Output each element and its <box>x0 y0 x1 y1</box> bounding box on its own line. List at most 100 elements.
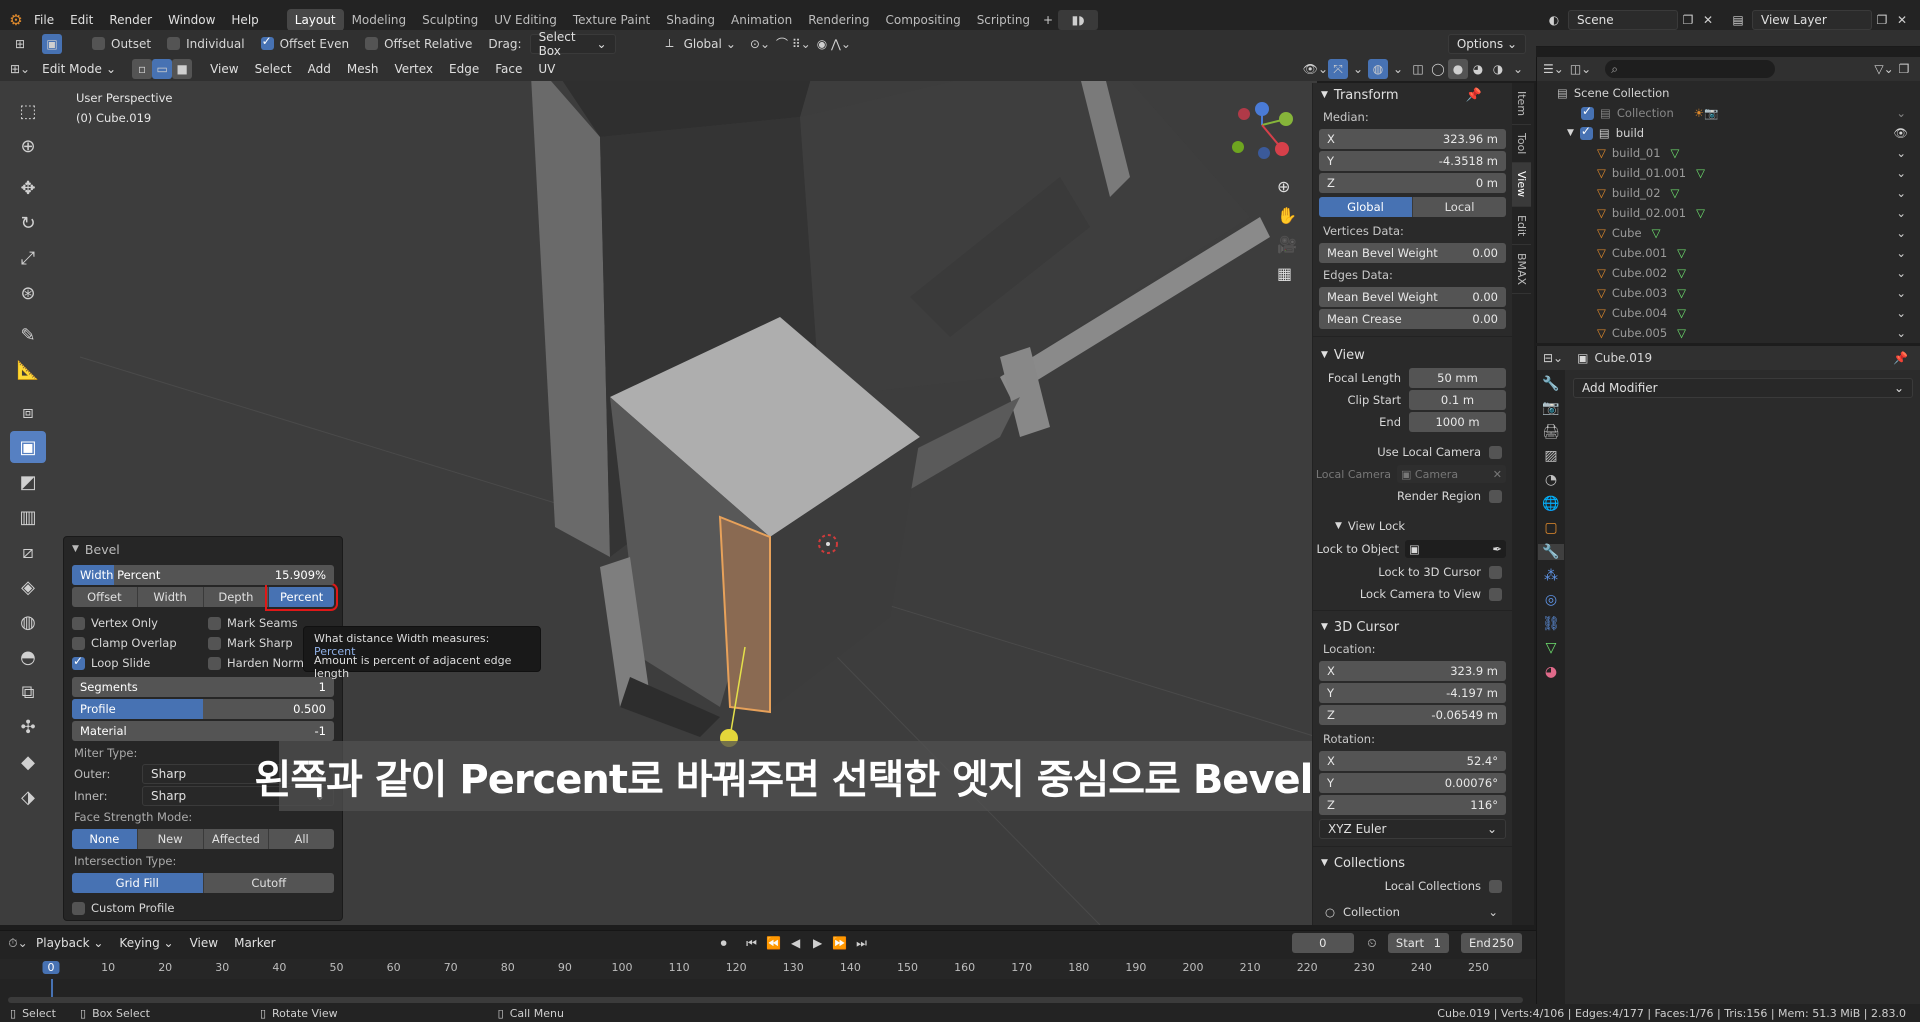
measure-icon[interactable]: 📐 <box>10 354 46 386</box>
median-z-field[interactable]: Z 0 m <box>1319 173 1506 193</box>
outset-checkbox[interactable] <box>92 37 105 50</box>
mode-select[interactable]: Edit Mode ⌄ <box>34 59 125 79</box>
grid-icon[interactable]: ▦ <box>1277 264 1297 283</box>
lock-object-field[interactable]: ▣ ✒ <box>1405 540 1506 558</box>
blender-logo-icon[interactable]: ⚙ <box>6 10 26 30</box>
wireframe-shading-icon[interactable]: ◯ <box>1428 59 1448 79</box>
view-layer-tab-icon[interactable]: ▨ <box>1544 448 1557 464</box>
snap-icon[interactable]: ⌒ ⠿⌄ <box>776 34 811 54</box>
add-modifier-button[interactable]: Add Modifier ⌄ <box>1573 378 1913 398</box>
rendered-shading-icon[interactable]: ◑ <box>1488 59 1508 79</box>
solid-shading-icon[interactable]: ● <box>1448 59 1468 79</box>
start-frame-field[interactable]: Start 1 <box>1387 933 1449 953</box>
viewport-menu-uv[interactable]: UV <box>530 57 563 81</box>
jump-end-icon[interactable]: ⏭ <box>852 933 872 953</box>
transform-header[interactable]: ▼ Transform 📌 <box>1313 83 1512 107</box>
output-tab-icon[interactable]: 🖨 <box>1542 424 1560 440</box>
scene-selector[interactable]: Scene <box>1568 9 1678 30</box>
use-local-camera-checkbox[interactable] <box>1489 445 1502 459</box>
workspace-tab-modeling[interactable]: Modeling <box>344 9 415 31</box>
outset-toggle[interactable]: Outset <box>92 37 151 51</box>
annotate-icon[interactable]: ✎ <box>10 319 46 351</box>
new-collection-icon[interactable]: ❐ <box>1894 59 1914 79</box>
xray-icon[interactable]: ◫ <box>1408 59 1428 79</box>
gizmo-icon[interactable]: ⤧ <box>1328 59 1348 79</box>
material-tab-icon[interactable]: ◕ <box>1545 664 1557 680</box>
segments-field[interactable]: Segments 1 <box>72 677 334 697</box>
local-button[interactable]: Local <box>1413 197 1506 217</box>
workspace-tab-compositing[interactable]: Compositing <box>877 9 968 31</box>
edge-select-icon[interactable]: ▭ <box>152 59 173 79</box>
view-header[interactable]: ▼ View <box>1313 343 1512 367</box>
workspace-tab-layout[interactable]: Layout <box>286 8 344 31</box>
outliner-item-scene-collection[interactable]: ▤ Scene Collection <box>1537 83 1920 103</box>
view-layer-selector[interactable]: View Layer <box>1752 9 1872 30</box>
rotate-icon[interactable]: ↻ <box>10 207 46 239</box>
median-x-field[interactable]: X 323.96 m <box>1319 129 1506 149</box>
zoom-icon[interactable]: ⊕ <box>1277 177 1297 196</box>
clip-start-field[interactable]: 0.1 m <box>1409 390 1506 410</box>
physics-tab-icon[interactable]: ◎ <box>1545 592 1557 608</box>
outliner-item-collection[interactable]: ▤ Collection ☀📷 ⌄ <box>1537 103 1920 123</box>
workspace-tab-rendering[interactable]: Rendering <box>800 9 877 31</box>
loop-slide-toggle[interactable]: Loop Slide <box>72 654 208 670</box>
view-lock-header[interactable]: ▼ View Lock <box>1313 515 1512 537</box>
new-view-layer-icon[interactable]: ❐ <box>1872 10 1892 30</box>
extrude-icon[interactable]: ⧈ <box>10 396 46 428</box>
eyedropper-icon[interactable]: ✒ <box>1492 542 1502 556</box>
timeline-scrollbar[interactable] <box>8 997 1523 1003</box>
smooth-icon[interactable]: ◓ <box>10 641 46 673</box>
harden-normals-toggle[interactable]: Harden Norma <box>208 656 311 670</box>
record-icon[interactable]: ⏺ <box>714 933 734 953</box>
rotation-y-field[interactable]: Y 0.00076° <box>1319 773 1506 793</box>
global-button[interactable]: Global <box>1319 197 1413 217</box>
visibility-icon[interactable]: ⌄ <box>1896 226 1906 240</box>
loop-cut-icon[interactable]: ▥ <box>10 501 46 533</box>
face-strength-new[interactable]: New <box>137 829 204 849</box>
timeline-menu-keying[interactable]: Keying ⌄ <box>111 931 181 955</box>
outliner-item-object[interactable]: ▽ Cube.004 ▽ ⌄ <box>1537 303 1920 323</box>
custom-profile-checkbox[interactable] <box>72 901 85 915</box>
visibility-icon[interactable]: ⌄ <box>1896 266 1906 280</box>
scale-icon[interactable]: ⤢ <box>10 242 46 274</box>
bevel-icon[interactable]: ◩ <box>10 466 46 498</box>
lock-camera-toggle[interactable]: Lock Camera to View <box>1313 583 1512 605</box>
lock-camera-checkbox[interactable] <box>1489 587 1502 601</box>
play-reverse-icon[interactable]: ◀ <box>786 933 806 953</box>
visibility-icon[interactable]: ⌄ <box>1896 306 1906 320</box>
menu-file[interactable]: File <box>26 8 62 32</box>
material-shading-icon[interactable]: ◕ <box>1468 59 1488 79</box>
bevel-panel-header[interactable]: ▼ Bevel <box>64 537 342 561</box>
cursor-y-field[interactable]: Y -4.197 m <box>1319 683 1506 703</box>
mark-sharp-toggle[interactable]: Mark Sharp <box>208 636 293 650</box>
use-local-camera-toggle[interactable]: Use Local Camera <box>1313 441 1512 463</box>
width-type-offset[interactable]: Offset <box>72 587 138 607</box>
render-region-checkbox[interactable] <box>1489 489 1502 503</box>
pan-hand-icon[interactable]: ✋ <box>1277 206 1297 225</box>
current-frame-field[interactable]: 0 <box>1291 933 1354 953</box>
visibility-icon[interactable]: ⌄ <box>1896 146 1906 160</box>
menu-window[interactable]: Window <box>160 8 223 32</box>
lock-3d-cursor-checkbox[interactable] <box>1489 565 1502 579</box>
expand-arrow-icon[interactable]: ▼ <box>1567 128 1574 138</box>
viewport-menu-select[interactable]: Select <box>247 57 300 81</box>
drag-select[interactable]: Select Box ⌄ <box>529 30 616 58</box>
visibility-icon[interactable]: ⌄ <box>1896 106 1906 120</box>
outliner-item-build[interactable]: ▼ ▤ build 👁 <box>1537 123 1920 143</box>
inset-faces-icon[interactable]: ▣ <box>10 431 46 463</box>
vertex-only-checkbox[interactable] <box>72 616 85 630</box>
editor-type-icon[interactable]: ☰⌄ <box>1543 59 1564 79</box>
clamp-overlap-toggle[interactable]: Clamp Overlap <box>72 636 208 650</box>
add-workspace-icon[interactable]: + <box>1038 10 1058 30</box>
offset-relative-toggle[interactable]: Offset Relative <box>365 37 472 51</box>
timeline-menu-marker[interactable]: Marker <box>226 931 283 955</box>
workspace-tab-shading[interactable]: Shading <box>658 9 723 31</box>
clear-icon[interactable]: ✕ <box>1493 468 1502 481</box>
outliner-item-object[interactable]: ▽ build_01.001 ▽ ⌄ <box>1537 163 1920 183</box>
shear-icon[interactable]: ◆ <box>10 746 46 778</box>
tab-view[interactable]: View <box>1512 163 1531 207</box>
editor-type-icon[interactable]: ⊞⌄ <box>10 59 30 79</box>
collection-item[interactable]: ○ Collection ⌄ <box>1313 901 1512 923</box>
intersection-cutoff[interactable]: Cutoff <box>203 873 334 893</box>
vertex-select-icon[interactable]: ▫ <box>132 59 153 79</box>
